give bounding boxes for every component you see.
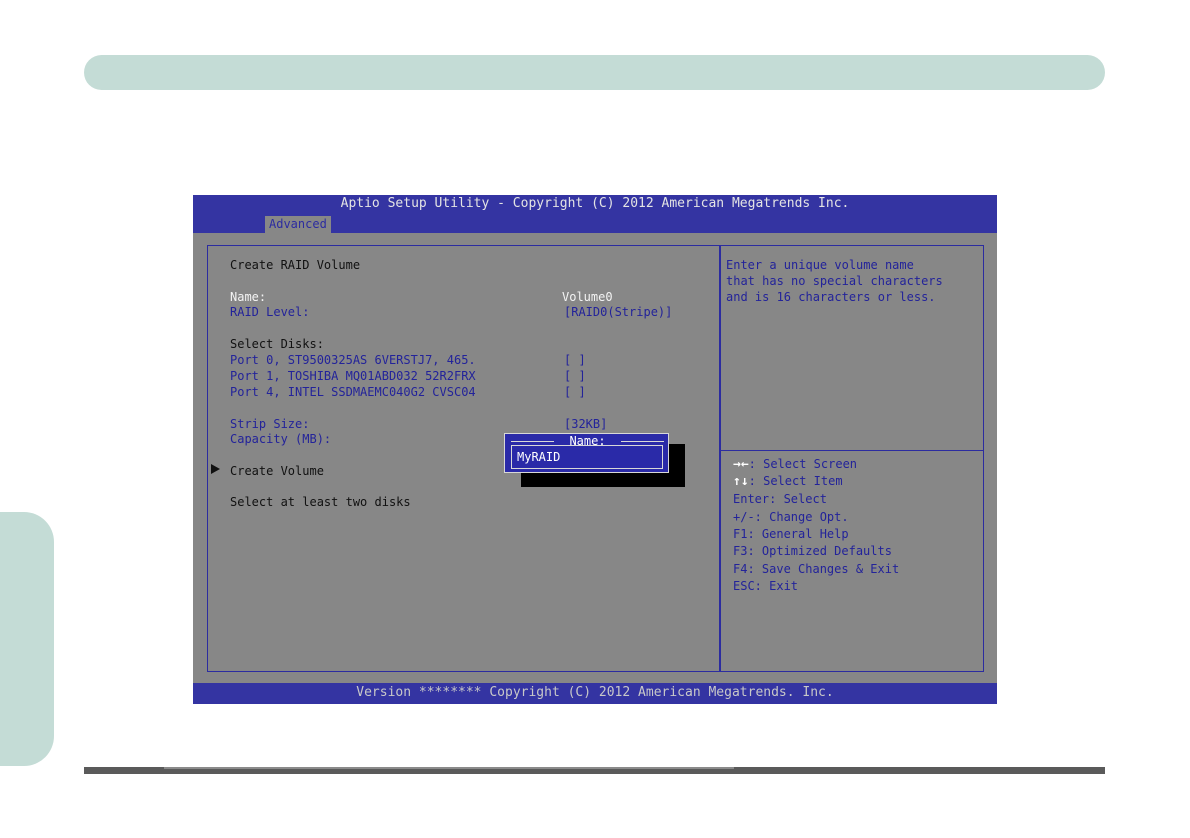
help-divider — [719, 450, 984, 451]
key-select-item-label: : Select Item — [748, 474, 843, 488]
raid-level-label[interactable]: RAID Level: — [230, 305, 309, 320]
hint-text: Select at least two disks — [230, 495, 411, 509]
up-down-arrows-icon: ↑↓ — [733, 474, 749, 489]
version-text: Version ******** Copyright (C) 2012 Amer… — [356, 685, 834, 700]
capacity-label[interactable]: Capacity (MB): — [230, 432, 331, 447]
disk-port4-checkbox[interactable]: [ ] — [564, 385, 586, 400]
key-select-screen: →←: Select Screen — [733, 457, 857, 472]
disk-port1-label[interactable]: Port 1, TOSHIBA MQ01ABD032 52R2FRX — [230, 369, 476, 384]
disk-port0-checkbox[interactable]: [ ] — [564, 353, 586, 368]
tab-advanced[interactable]: Advanced — [265, 216, 331, 233]
disk-port1-checkbox[interactable]: [ ] — [564, 369, 586, 384]
bios-title-bar: Aptio Setup Utility - Copyright (C) 2012… — [193, 195, 997, 233]
key-change: +/-: Change Opt. — [733, 510, 849, 524]
left-right-arrows-icon: →← — [733, 457, 749, 472]
page-footer-rule — [84, 767, 1105, 774]
key-f3: F3: Optimized Defaults — [733, 544, 892, 558]
bios-title: Aptio Setup Utility - Copyright (C) 2012… — [340, 196, 850, 211]
raid-level-value[interactable]: [RAID0(Stripe)] — [564, 305, 672, 320]
key-select-screen-label: : Select Screen — [748, 457, 858, 471]
help-line-3: and is 16 characters or less. — [726, 290, 936, 304]
key-esc: ESC: Exit — [733, 579, 799, 593]
disk-port0-label[interactable]: Port 0, ST9500325AS 6VERSTJ7, 465. — [230, 353, 476, 368]
page-title: Create RAID Volume — [230, 258, 361, 272]
footer-highlight — [164, 767, 734, 769]
side-chapter-tab — [0, 512, 54, 766]
page-header-bar — [84, 55, 1105, 90]
popup-border-line — [511, 441, 554, 442]
strip-size-label[interactable]: Strip Size: — [230, 417, 309, 432]
help-line-1: Enter a unique volume name — [726, 258, 914, 272]
disk-port4-label[interactable]: Port 4, INTEL SSDMAEMC040G2 CVSC04 — [230, 385, 476, 400]
key-f4: F4: Save Changes & Exit — [733, 562, 900, 576]
name-value[interactable]: Volume0 — [562, 290, 613, 305]
key-f1: F1: General Help — [733, 527, 849, 541]
selection-arrow-icon — [211, 464, 220, 474]
strip-size-value[interactable]: [32KB] — [564, 417, 607, 432]
help-line-2: that has no special characters — [726, 274, 943, 288]
key-enter: Enter: Select — [733, 492, 827, 506]
volume-name-input[interactable]: MyRAID — [511, 445, 663, 469]
name-label[interactable]: Name: — [230, 290, 266, 305]
select-disks-label: Select Disks: — [230, 337, 324, 351]
popup-border-line — [621, 441, 664, 442]
create-volume-item[interactable]: Create Volume — [230, 464, 324, 479]
key-select-item: ↑↓: Select Item — [733, 474, 843, 489]
bios-footer-bar: Version ******** Copyright (C) 2012 Amer… — [193, 683, 997, 704]
name-popup: Name: MyRAID — [504, 433, 669, 473]
bios-screen: Aptio Setup Utility - Copyright (C) 2012… — [193, 195, 997, 704]
